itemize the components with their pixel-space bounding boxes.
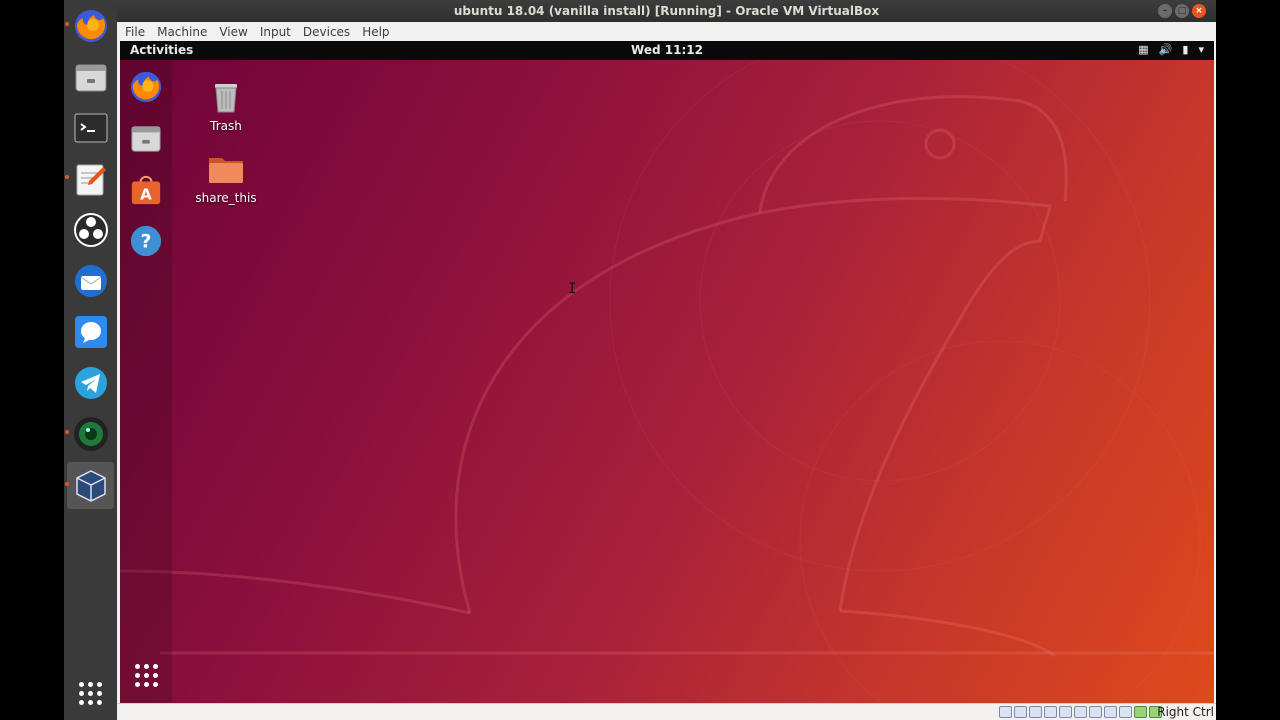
trash-icon [215,84,237,113]
clock[interactable]: Wed 11:12 [120,43,1214,57]
audio-icon[interactable] [1029,706,1042,718]
host-dock-telegram[interactable] [67,359,114,406]
menu-view[interactable]: View [213,25,253,39]
system-tray[interactable]: ▦ 🔊 ▮ ▾ [1138,43,1204,56]
menu-machine[interactable]: Machine [151,25,213,39]
wallpaper-cosmic-cuttlefish-art [120,41,1214,703]
vbox-menubar: File Machine View Input Devices Help [117,22,1216,41]
host-dock-obs[interactable] [67,206,114,253]
volume-icon: 🔊 [1158,43,1173,56]
display-icon[interactable] [1089,706,1102,718]
host-dock-signal[interactable] [67,308,114,355]
guest-dock-software[interactable]: A [126,170,166,210]
guest-dock-files[interactable] [126,118,166,158]
guest-topbar: Activities Wed 11:12 ▦ 🔊 ▮ ▾ [120,41,1214,60]
terminal-icon [74,113,107,142]
chevron-down-icon: ▾ [1198,43,1204,56]
text-editor-icon [76,164,106,195]
desktop-icon-share-this[interactable]: share_this [191,148,261,205]
firefox-icon [74,9,107,42]
menu-devices[interactable]: Devices [297,25,356,39]
network-icon: ▦ [1138,43,1149,56]
camera-lens-icon [73,416,108,451]
guest-dock-firefox[interactable] [126,67,166,107]
close-button[interactable]: × [1192,4,1206,18]
host-dock-firefox[interactable] [65,2,114,49]
host-dock-camera[interactable] [65,410,114,457]
video-capture-icon[interactable] [1104,706,1117,718]
app-grid-icon [79,682,102,705]
window-titlebar[interactable]: ubuntu 18.04 (vanilla install) [Running]… [117,0,1216,22]
host-dock-virtualbox[interactable] [65,462,114,509]
host-key-label: Right Ctrl [1157,705,1214,719]
thunderbird-icon [74,264,107,297]
host-dock-thunderbird[interactable] [67,257,114,304]
vbox-statusbar: Right Ctrl [117,703,1216,720]
host-dock-files[interactable] [67,53,114,100]
obs-icon [73,212,108,247]
text-cursor-icon: I [568,281,577,297]
desktop-icon-label: Trash [210,119,242,133]
menu-file[interactable]: File [117,25,151,39]
desktop-icon-trash[interactable]: Trash [191,76,261,133]
svg-text:?: ? [141,231,152,253]
telegram-icon [74,366,107,399]
guest-show-apps-button[interactable] [126,655,166,695]
folder-icon [209,158,243,183]
guest-dock: A ? [120,60,172,703]
file-cabinet-icon [75,64,106,91]
virtualbox-window: ubuntu 18.04 (vanilla install) [Running]… [117,0,1216,720]
file-cabinet-icon [131,126,161,152]
help-icon: ? [130,225,162,257]
maximize-button[interactable]: □ [1175,4,1189,18]
host-dock-text-editor[interactable] [65,155,114,202]
svg-text:A: A [140,185,152,203]
host-dock [64,0,117,720]
cpu-icon[interactable] [1119,706,1132,718]
screen: ubuntu 18.04 (vanilla install) [Running]… [0,0,1280,720]
network-adapter-icon[interactable] [1044,706,1057,718]
app-grid-icon [134,663,158,687]
guest-display[interactable]: Activities Wed 11:12 ▦ 🔊 ▮ ▾ A ? Trash s… [120,41,1214,703]
desktop-icon-label: share_this [195,191,257,205]
software-store-icon: A [131,175,161,205]
device-status-icons[interactable] [999,706,1162,718]
battery-icon: ▮ [1182,43,1189,56]
usb-icon[interactable] [1059,706,1072,718]
guest-additions-icon[interactable] [1134,706,1147,718]
virtualbox-icon [75,469,106,502]
chat-bubble-icon [74,315,107,348]
menu-input[interactable]: Input [254,25,297,39]
guest-dock-help[interactable]: ? [126,221,166,261]
minimize-button[interactable]: – [1158,4,1172,18]
menu-help[interactable]: Help [356,25,395,39]
shared-folders-icon[interactable] [1074,706,1087,718]
host-dock-terminal[interactable] [67,104,114,151]
optical-drive-icon[interactable] [1014,706,1027,718]
firefox-icon [130,71,162,103]
window-title: ubuntu 18.04 (vanilla install) [Running]… [453,4,880,18]
hard-disk-icon[interactable] [999,706,1012,718]
host-show-apps-button[interactable] [67,670,114,717]
